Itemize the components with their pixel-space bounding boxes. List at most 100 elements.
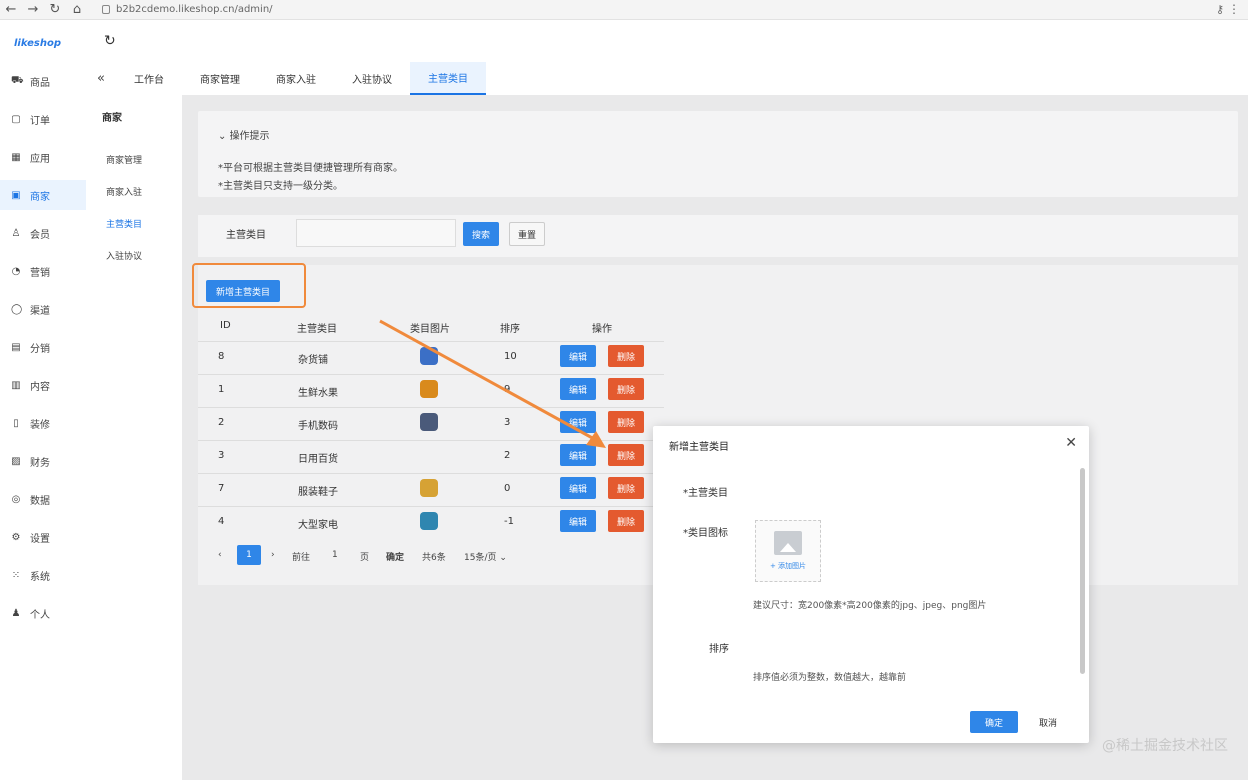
image-uploader[interactable]: + 添加图片 xyxy=(755,520,821,582)
tab-settle-agreement[interactable]: 入驻协议 xyxy=(334,62,410,95)
sidebar-item[interactable]: ◔ 营销 xyxy=(0,256,86,286)
sidebar-item[interactable]: ▯ 装修 xyxy=(0,408,86,438)
cell-name: 手机数码 xyxy=(298,421,338,432)
edit-button[interactable]: 编辑 xyxy=(560,510,596,532)
sidebar-item-label: 装修 xyxy=(30,419,50,431)
sort-input[interactable] xyxy=(755,632,1055,658)
sidebar-item-label: 个人 xyxy=(30,609,50,621)
delete-button[interactable]: 删除 xyxy=(608,411,644,433)
system-icon: ⁙ xyxy=(11,569,21,581)
sidebar-item-label: 内容 xyxy=(30,381,50,393)
delete-button[interactable]: 删除 xyxy=(608,510,644,532)
search-button[interactable]: 搜索 xyxy=(463,222,499,246)
delete-button[interactable]: 删除 xyxy=(608,444,644,466)
tips-header[interactable]: ⌄ 操作提示 xyxy=(218,127,270,142)
col-header-id: ID xyxy=(220,320,231,331)
category-name-input[interactable] xyxy=(755,476,1055,502)
tab-workbench[interactable]: 工作台 xyxy=(116,62,182,95)
cancel-button[interactable]: 取消 xyxy=(1025,711,1071,733)
page-current[interactable]: 1 xyxy=(237,545,261,565)
goto-confirm-button[interactable]: 确定 xyxy=(386,550,404,563)
cell-id: 4 xyxy=(218,516,225,527)
cell-name: 杂货铺 xyxy=(298,355,328,366)
sidebar-item-label: 订单 xyxy=(30,115,50,127)
edit-button[interactable]: 编辑 xyxy=(560,345,596,367)
sub-item-merchant-manage[interactable]: 商家管理 xyxy=(106,153,142,166)
sidebar-item[interactable]: ▢ 订单 xyxy=(0,104,86,134)
sidebar-item[interactable]: ▤ 分销 xyxy=(0,332,86,362)
sidebar-item-label: 商家 xyxy=(30,191,50,203)
forward-icon[interactable]: → xyxy=(22,0,44,20)
key-icon[interactable]: ⚷ xyxy=(1216,3,1224,16)
edit-button[interactable]: 编辑 xyxy=(560,378,596,400)
shop-icon: ▣ xyxy=(11,189,21,201)
tab-main-category[interactable]: 主营类目 xyxy=(410,62,486,95)
search-panel: 主营类目 搜索 重置 xyxy=(198,215,1238,257)
collapse-icon[interactable]: « xyxy=(86,71,116,86)
sub-item-merchant-settle[interactable]: 商家入驻 xyxy=(106,185,142,198)
logo: likeshop xyxy=(14,38,62,49)
sort-hint: 排序值必须为整数，数值越大，越靠前 xyxy=(753,673,907,683)
address-bar[interactable]: b2b2cdemo.likeshop.cn/admin/ xyxy=(102,4,273,15)
watermark: @稀土掘金技术社区 xyxy=(1102,738,1228,754)
app-icon: ▦ xyxy=(11,151,21,163)
cell-name: 大型家电 xyxy=(298,520,338,531)
content-icon: ▥ xyxy=(11,379,21,391)
sub-item-settle-agreement[interactable]: 入驻协议 xyxy=(106,249,142,262)
sidebar-item-label: 营销 xyxy=(30,267,50,279)
refresh-icon[interactable]: ↻ xyxy=(104,33,116,49)
delete-button[interactable]: 删除 xyxy=(608,345,644,367)
tab-merchant-manage[interactable]: 商家管理 xyxy=(182,62,258,95)
total-count: 共6条 xyxy=(422,553,446,563)
home-icon[interactable]: ⌂ xyxy=(66,0,88,20)
chevron-down-icon: ⌄ xyxy=(499,553,507,563)
goto-input[interactable]: 1 xyxy=(332,550,338,560)
delete-button[interactable]: 删除 xyxy=(608,477,644,499)
tips-header-label: 操作提示 xyxy=(229,131,270,142)
main-sidebar: likeshop ⛟ 商品 ▢ 订单 ▦ 应用 ▣ 商家 ♙ 会员 ◔ 营销 ◯ 渠道 ▤ 分销 ▥ 内容 ▯ 装修 ▨… xyxy=(0,20,86,780)
search-input[interactable] xyxy=(296,219,456,247)
sidebar-item[interactable]: ♙ 会员 xyxy=(0,218,86,248)
sidebar-item[interactable]: ⛟ 商品 xyxy=(0,66,86,96)
close-icon[interactable]: ✕ xyxy=(1065,435,1077,451)
order-icon: ▢ xyxy=(11,113,21,125)
sidebar-item[interactable]: ▦ 应用 xyxy=(0,142,86,172)
next-page-icon[interactable]: › xyxy=(271,550,275,560)
sidebar-item-label: 系统 xyxy=(30,571,50,583)
settings-icon: ⚙ xyxy=(11,531,21,543)
more-icon[interactable]: ⋮ xyxy=(1228,2,1240,16)
col-header-sort: 排序 xyxy=(500,324,520,335)
page-unit: 页 xyxy=(360,553,370,563)
finance-icon: ▨ xyxy=(11,455,21,467)
sidebar-item[interactable]: ▣ 商家 xyxy=(0,180,86,210)
page-size-value: 15条/页 xyxy=(464,553,497,563)
col-header-image: 类目图片 xyxy=(410,324,450,335)
reset-button[interactable]: 重置 xyxy=(509,222,545,246)
sidebar-item[interactable]: ▨ 财务 xyxy=(0,446,86,476)
sidebar-item[interactable]: ◎ 数据 xyxy=(0,484,86,514)
sidebar-item[interactable]: ♟ 个人 xyxy=(0,598,86,628)
sidebar-item-label: 应用 xyxy=(30,153,50,165)
prev-page-icon[interactable]: ‹ xyxy=(218,550,222,560)
sidebar-item[interactable]: ◯ 渠道 xyxy=(0,294,86,324)
delete-button[interactable]: 删除 xyxy=(608,378,644,400)
tab-merchant-settle[interactable]: 商家入驻 xyxy=(258,62,334,95)
cell-id: 8 xyxy=(218,351,225,362)
sidebar-item-label: 渠道 xyxy=(30,305,50,317)
edit-button[interactable]: 编辑 xyxy=(560,477,596,499)
sidebar-item[interactable]: ⁙ 系统 xyxy=(0,560,86,590)
back-icon[interactable]: ← xyxy=(0,0,22,20)
edit-button[interactable]: 编辑 xyxy=(560,411,596,433)
dialog-scrollbar[interactable] xyxy=(1080,468,1085,674)
col-header-name: 主营类目 xyxy=(297,324,337,335)
sub-sidebar: 商家 商家管理 商家入驻 主营类目 入驻协议 xyxy=(86,95,182,780)
sidebar-item[interactable]: ▥ 内容 xyxy=(0,370,86,400)
sidebar-item[interactable]: ⚙ 设置 xyxy=(0,522,86,552)
cell-id: 2 xyxy=(218,417,225,428)
page-size-select[interactable]: 15条/页 ⌄ xyxy=(464,550,507,563)
data-icon: ◎ xyxy=(11,493,21,505)
reload-icon[interactable]: ↻ xyxy=(44,0,66,20)
edit-button[interactable]: 编辑 xyxy=(560,444,596,466)
confirm-button[interactable]: 确定 xyxy=(970,711,1018,733)
sub-item-main-category[interactable]: 主营类目 xyxy=(106,217,142,230)
